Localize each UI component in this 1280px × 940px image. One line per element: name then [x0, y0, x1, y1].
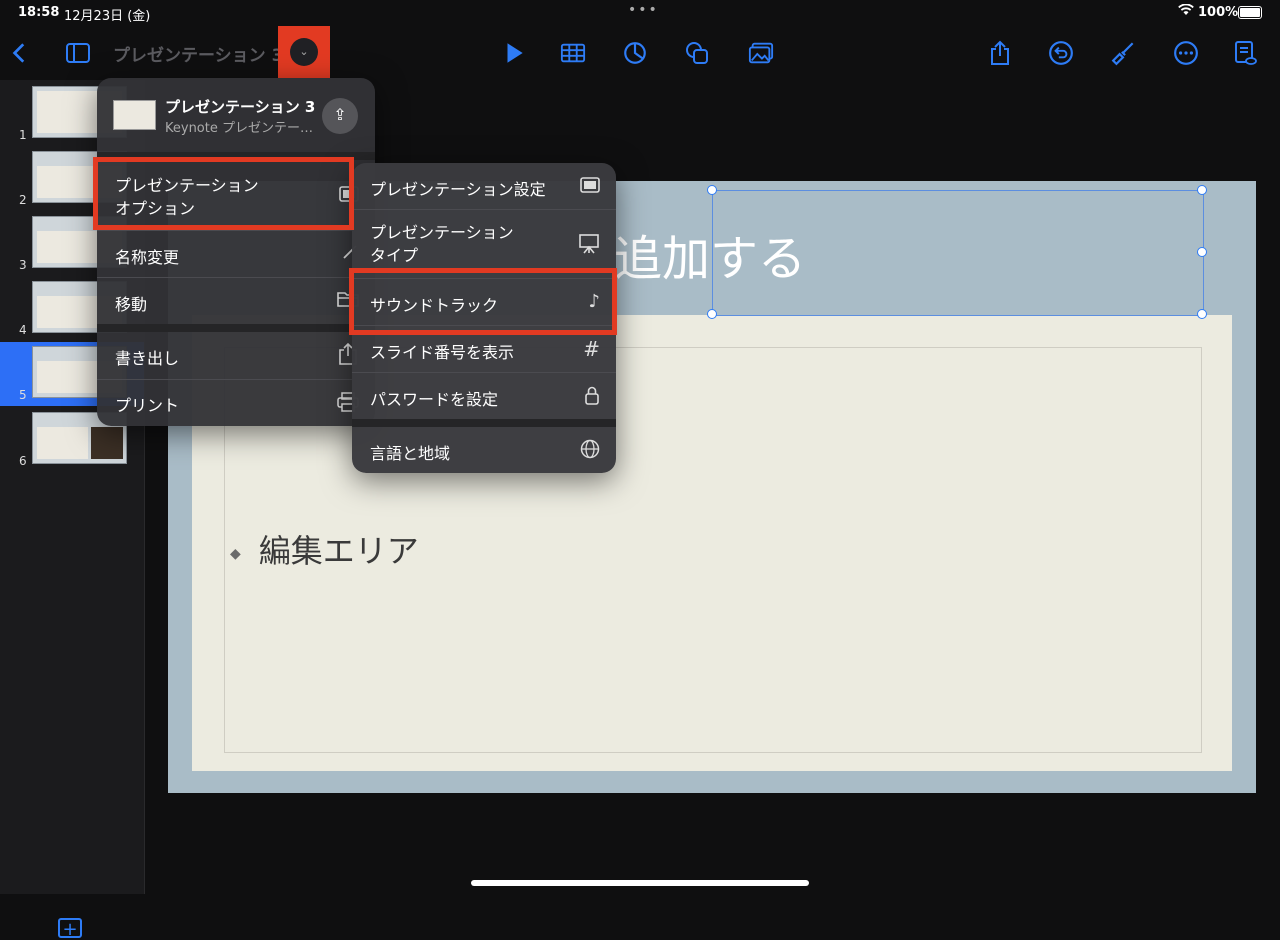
- slide-number: 1: [19, 128, 27, 142]
- globe-icon: [580, 439, 600, 464]
- undo-icon[interactable]: [1043, 26, 1079, 80]
- resize-handle[interactable]: [1197, 247, 1207, 257]
- menu-item-label: 移動: [115, 295, 148, 314]
- table-icon[interactable]: [555, 26, 591, 80]
- back-icon[interactable]: [2, 26, 38, 80]
- sidebar-icon[interactable]: [60, 26, 96, 80]
- menu-separator: [97, 324, 375, 332]
- toolbar: プレゼンテーション 3 ⌄: [0, 26, 1280, 80]
- battery-percent: 100%: [1198, 5, 1239, 20]
- share-icon[interactable]: [982, 26, 1018, 80]
- menu-item-label: プレゼンテーション タイプ: [370, 223, 514, 265]
- slide-number: 4: [19, 323, 27, 337]
- hash-icon: #: [583, 337, 600, 361]
- bullet-icon: ◆: [230, 545, 241, 562]
- highlight-soundtrack: [349, 268, 617, 335]
- lock-icon: [584, 385, 600, 410]
- menu-separator: [352, 419, 616, 427]
- menu-item-label: 言語と地域: [370, 444, 451, 463]
- easel-icon: [578, 233, 600, 260]
- file-type: Keynote プレゼンテー…: [165, 121, 313, 136]
- menu-item-export[interactable]: 書き出し: [97, 332, 375, 378]
- slide-bullet[interactable]: ◆ 編集エリア: [230, 526, 419, 572]
- menu-item-label: プリント: [115, 396, 180, 415]
- menu-item-presentation-settings[interactable]: プレゼンテーション設定: [352, 163, 616, 209]
- file-thumbnail: [113, 100, 156, 130]
- resize-handle[interactable]: [1197, 309, 1207, 319]
- menu-item-move[interactable]: 移動: [97, 278, 375, 324]
- multitasking-dots[interactable]: •••: [628, 2, 659, 18]
- menu-item-language-region[interactable]: 言語と地域: [352, 427, 616, 473]
- media-icon[interactable]: [743, 26, 779, 80]
- menu-item-label: 名称変更: [115, 248, 180, 267]
- menu-item-label: パスワードを設定: [370, 390, 499, 409]
- slide-number: 6: [19, 454, 27, 468]
- chart-icon[interactable]: [617, 26, 653, 80]
- menu-item-label: スライド番号を表示: [370, 343, 515, 362]
- battery-icon: [1238, 6, 1262, 19]
- status-bar: 18:58 12月23日 (金) ••• 100%: [0, 0, 1280, 26]
- share-icon[interactable]: ⇪: [322, 98, 358, 134]
- resize-handle[interactable]: [707, 185, 717, 195]
- resize-handle[interactable]: [1197, 185, 1207, 195]
- menu-item-print[interactable]: プリント: [97, 380, 375, 426]
- wifi-icon: [1178, 3, 1194, 20]
- slide-number: 2: [19, 193, 27, 207]
- chevron-down-icon: ⌄: [290, 38, 318, 66]
- file-name: プレゼンテーション 3: [165, 98, 316, 116]
- highlight-presentation-options: [93, 157, 354, 230]
- add-slide-button[interactable]: +: [58, 918, 82, 940]
- home-indicator[interactable]: [471, 880, 809, 886]
- menu-item-rename[interactable]: 名称変更: [97, 231, 375, 277]
- menu-item-set-password[interactable]: パスワードを設定: [352, 373, 616, 419]
- status-time: 18:58: [18, 5, 60, 20]
- resize-handle[interactable]: [707, 309, 717, 319]
- file-menu: プレゼンテーション 3 Keynote プレゼンテー… ⇪ プレゼンテーション …: [97, 78, 375, 426]
- presenter-notes-icon[interactable]: [1227, 26, 1263, 80]
- document-title[interactable]: プレゼンテーション 3: [113, 41, 283, 66]
- menu-item-label: 書き出し: [115, 349, 180, 368]
- shape-icon[interactable]: [679, 26, 715, 80]
- bullet-text: 編集エリア: [258, 532, 419, 570]
- menu-item-label: プレゼンテーション設定: [370, 180, 546, 199]
- presentation-settings-icon: [580, 177, 600, 198]
- more-icon[interactable]: [1168, 26, 1204, 80]
- play-icon[interactable]: [496, 26, 532, 80]
- slide-number: 3: [19, 258, 27, 272]
- photo-thumbnail: [91, 427, 123, 459]
- slide-number: 5: [19, 388, 27, 402]
- title-menu-button[interactable]: ⌄: [278, 26, 330, 78]
- title-selection-box: [712, 190, 1204, 316]
- format-brush-icon[interactable]: [1106, 26, 1142, 80]
- status-date: 12月23日 (金): [64, 9, 151, 24]
